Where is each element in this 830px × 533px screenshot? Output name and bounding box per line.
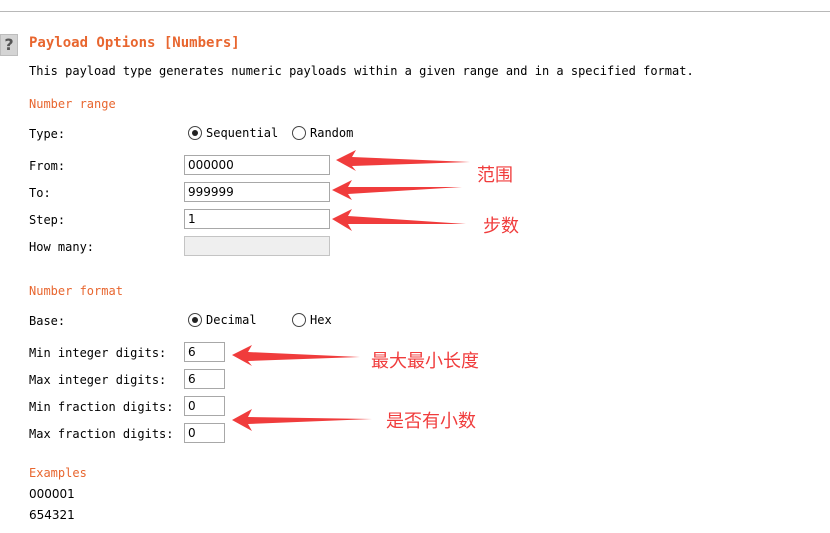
arrow-step-icon bbox=[332, 209, 466, 231]
annotation-arrows bbox=[232, 150, 470, 431]
min-max-length-note: 最大最小长度 bbox=[371, 351, 479, 372]
arrow-fraction-digits-icon bbox=[232, 409, 372, 431]
decimal-note: 是否有小数 bbox=[386, 411, 476, 432]
arrow-integer-digits-icon bbox=[232, 345, 360, 366]
range-note: 范围 bbox=[477, 165, 513, 186]
step-note: 步数 bbox=[483, 216, 519, 237]
arrow-to-icon bbox=[332, 180, 462, 200]
arrow-from-icon bbox=[336, 150, 470, 171]
